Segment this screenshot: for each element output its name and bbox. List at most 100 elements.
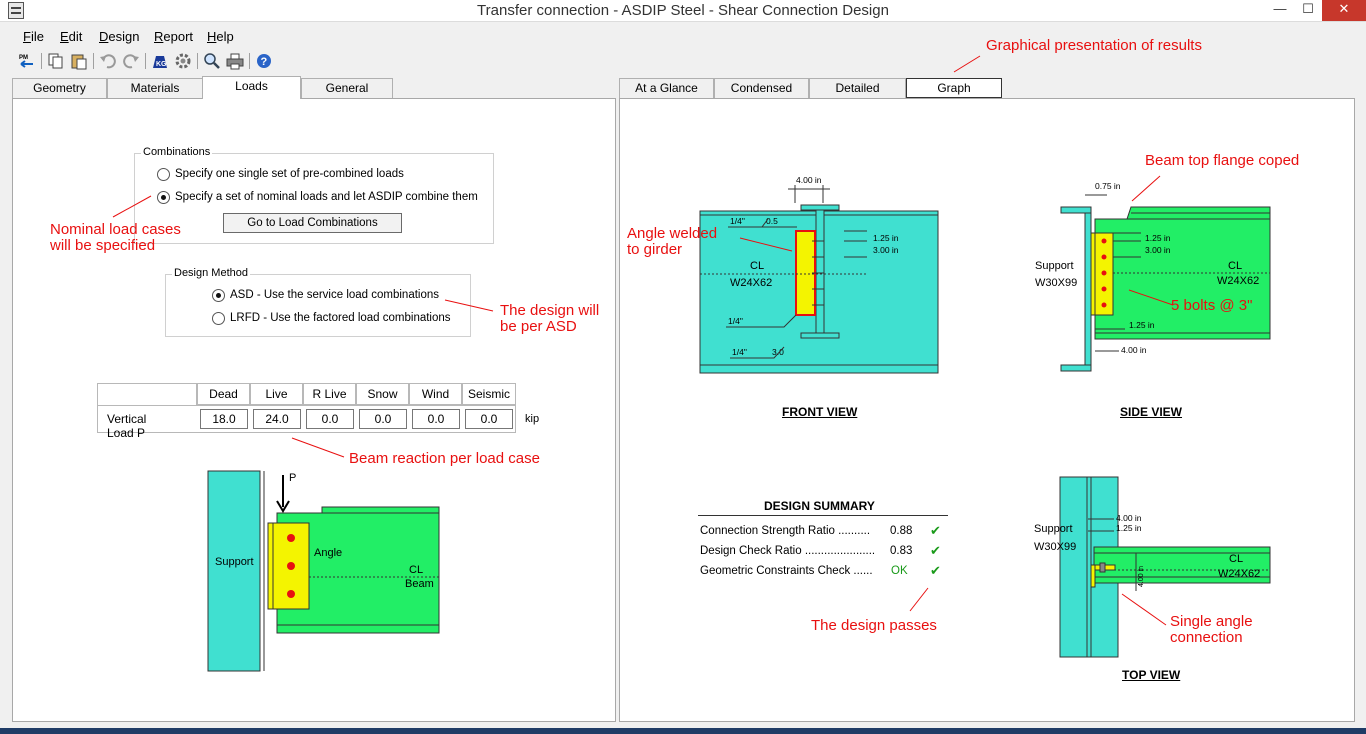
radio-precombined-circle[interactable] [157, 168, 170, 181]
graph-panel: 4.00 in 1/4" 0.5 1.25 in 3.00 in CL W24X… [619, 98, 1355, 722]
annotation-single-1: Single angle [1170, 613, 1253, 630]
radio-asd-label: ASD - Use the service load combinations [230, 289, 440, 301]
annotation-coped-line [1131, 175, 1161, 202]
bolt [287, 590, 295, 598]
radio-lrfd-label: LRFD - Use the factored load combination… [230, 312, 451, 324]
vertical-load-label: Vertical Load P [107, 412, 147, 440]
go-to-load-combinations-button[interactable]: Go to Load Combinations [223, 213, 402, 233]
loads-header-snow: Snow [356, 383, 409, 405]
side-view-title: SIDE VIEW [1120, 405, 1183, 419]
print-icon[interactable] [225, 52, 245, 70]
annotation-single-2: connection [1170, 629, 1243, 646]
support-label: Support [215, 556, 254, 568]
close-button[interactable]: ✕ [1322, 0, 1366, 21]
radio-lrfd-circle[interactable] [212, 312, 225, 325]
menu-report-label: eport [163, 29, 194, 44]
summary-divider [698, 515, 948, 516]
load-rlive-input[interactable]: 0.0 [306, 409, 354, 429]
menu-design-key: D [99, 29, 109, 44]
load-unit: kip [525, 413, 540, 425]
annotation-passes: The design passes [811, 617, 937, 634]
minimize-button[interactable]: — [1266, 0, 1294, 21]
radio-precombined-label: Specify one single set of pre-combined l… [175, 168, 404, 180]
annotation-angle-line [739, 237, 793, 252]
kg-label: KG [156, 61, 167, 68]
front-section: W24X62 [730, 277, 772, 289]
tab-graph[interactable]: Graph [906, 78, 1002, 98]
tab-condensed[interactable]: Condensed [714, 78, 809, 98]
help-icon[interactable]: ? [254, 52, 274, 70]
menu-report[interactable]: Report [154, 29, 193, 44]
annotation-bolts: 5 bolts @ 3" [1171, 297, 1253, 314]
preview-icon[interactable] [202, 52, 222, 70]
radio-nominal-label: Specify a set of nominal loads and let A… [175, 191, 478, 203]
front-cl: CL [750, 260, 764, 272]
side-cl: CL [1228, 260, 1242, 272]
load-wind-input[interactable]: 0.0 [412, 409, 460, 429]
tab-loads[interactable]: Loads [202, 76, 301, 99]
annotation-angle-1: Angle welded [627, 225, 718, 242]
copy-icon[interactable] [46, 52, 66, 70]
undo-icon[interactable] [98, 52, 118, 70]
summary-label-strength: Connection Strength Ratio .......... [700, 525, 871, 537]
toolbar-separator [249, 53, 250, 69]
top-section: W24X62 [1218, 568, 1260, 580]
bolt [287, 562, 295, 570]
top-dim-3: 4.00 in [1138, 566, 1145, 587]
side-support-label: Support [1035, 260, 1074, 272]
window-title: Transfer connection - ASDIP Steel - Shea… [477, 2, 889, 19]
side-dim-1: 1.25 in [1145, 233, 1171, 243]
tab-at-a-glance[interactable]: At a Glance [619, 78, 714, 98]
front-dim-top: 4.00 in [796, 175, 822, 185]
taskbar-strip [0, 728, 1366, 734]
annotation-asd-1: The design will [500, 302, 600, 319]
toolbar-separator [145, 53, 146, 69]
annotation-graph: Graphical presentation of results [986, 37, 1202, 54]
pm-back-icon[interactable]: PM [17, 52, 37, 70]
toolbar-separator [41, 53, 42, 69]
menu-help[interactable]: Help [207, 29, 234, 44]
design-method-title: Design Method [172, 267, 250, 279]
load-seismic-input[interactable]: 0.0 [465, 409, 513, 429]
load-p-label: P [289, 472, 296, 484]
maximize-button[interactable]: ☐ [1294, 0, 1322, 21]
kg-units-icon[interactable]: KG [150, 52, 170, 70]
menu-design-label: esign [108, 29, 140, 44]
side-dim-2: 3.00 in [1145, 245, 1171, 255]
annotation-graph-line [953, 55, 981, 73]
menu-edit[interactable]: Edit [60, 29, 82, 44]
summary-value-strength: 0.88 [890, 525, 913, 537]
load-dead-input[interactable]: 18.0 [200, 409, 248, 429]
loads-header-live: Live [250, 383, 303, 405]
radio-asd-circle[interactable] [212, 289, 225, 302]
front-weld-2: 1/4" [728, 316, 743, 326]
load-live-input[interactable]: 24.0 [253, 409, 301, 429]
side-view-drawing: 0.75 in 1.25 in 3.00 in Support W30X99 C… [1035, 181, 1271, 372]
paste-icon[interactable] [69, 52, 89, 70]
front-dim-1: 1.25 in [873, 233, 899, 243]
menu-design[interactable]: Design [99, 29, 139, 44]
annotation-nominal-line [112, 195, 152, 218]
front-view-title: FRONT VIEW [782, 405, 858, 419]
cl-label: CL [409, 564, 423, 576]
settings-icon[interactable] [173, 52, 193, 70]
tab-detailed[interactable]: Detailed [809, 78, 906, 98]
annotation-reaction: Beam reaction per load case [349, 450, 540, 467]
menu-file[interactable]: File [23, 29, 44, 44]
front-weld-1: 1/4" [730, 216, 745, 226]
redo-icon[interactable] [121, 52, 141, 70]
top-support-label: Support [1034, 523, 1073, 535]
menu-file-key: F [23, 29, 31, 44]
radio-nominal-circle[interactable] [157, 191, 170, 204]
combinations-group: Combinations Specify one single set of p… [134, 146, 494, 244]
loads-panel: Combinations Specify one single set of p… [12, 98, 616, 722]
menu-edit-label: dit [68, 29, 83, 44]
annotation-nominal-2: will be specified [50, 237, 156, 254]
annotation-reaction-line [291, 437, 345, 458]
bolt [1101, 238, 1107, 244]
front-weld-1b: 0.5 [766, 216, 778, 226]
annotation-single-line [1121, 593, 1167, 626]
top-cl: CL [1229, 553, 1243, 565]
load-snow-input[interactable]: 0.0 [359, 409, 407, 429]
title-bar: Transfer connection - ASDIP Steel - Shea… [0, 0, 1366, 22]
